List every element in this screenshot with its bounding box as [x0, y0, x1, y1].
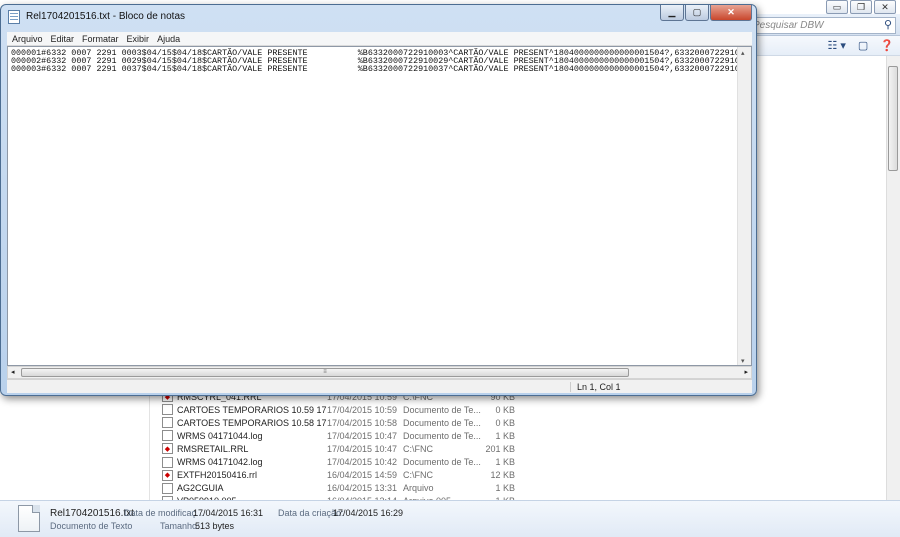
text-file-icon [162, 404, 173, 416]
view-options-icon[interactable]: ☷ ▾ [827, 39, 845, 52]
file-row[interactable]: CARTOES TEMPORARIOS 10.58 17.04.15....17… [162, 416, 515, 429]
scroll-down-icon[interactable]: ▾ [741, 357, 745, 365]
details-filename: Rel1704201516.txt [50, 508, 134, 519]
menu-exibir[interactable]: Exibir [127, 34, 150, 44]
window-title: Rel1704201516.txt - Bloco de notas [26, 11, 185, 22]
file-type: C:\FNC [403, 443, 433, 454]
file-name: AG2CGUIA [177, 483, 224, 494]
file-size: 1 KB [495, 430, 515, 441]
details-modified-label: Data de modificaç... [124, 508, 204, 518]
file-row[interactable]: ◆ RMSRETAIL.RRL 17/04/2015 10:47 C:\FNC 201 … [162, 442, 515, 455]
file-type: Documento de Te... [403, 417, 481, 428]
help-icon[interactable]: ❓ [880, 39, 894, 52]
file-date: 16/04/2015 13:31 [327, 483, 398, 494]
blank-file-icon [162, 482, 173, 494]
scroll-up-icon[interactable]: ▴ [741, 49, 745, 57]
file-type: C:\FNC [403, 470, 433, 481]
file-name: CARTOES TEMPORARIOS 10.59 17.04.15.... [177, 404, 327, 415]
menu-bar: Arquivo Editar Formatar Exibir Ajuda [7, 32, 752, 46]
maximize-icon[interactable]: ▢ [685, 5, 709, 21]
text-file-large-icon [18, 505, 40, 532]
notepad-window: Rel1704201516.txt - Bloco de notas ▁ ▢ ✕… [0, 4, 757, 396]
details-created-value: 17/04/2015 16:29 [333, 508, 404, 518]
text-file-icon [162, 430, 173, 442]
vertical-scrollbar[interactable]: ▴ ▾ [737, 47, 751, 365]
file-type: Documento de Te... [403, 430, 481, 441]
text-editor-area[interactable]: 000001#6332 0007 2291 0003$04/15$04/18$C… [7, 46, 752, 366]
file-name: RMSRETAIL.RRL [177, 443, 249, 454]
status-bar: Ln 1, Col 1 [7, 379, 752, 393]
text-file-icon [162, 456, 173, 468]
preview-pane-icon[interactable]: ▢ [858, 39, 868, 52]
file-row[interactable]: CARTOES TEMPORARIOS 10.59 17.04.15....17… [162, 403, 515, 416]
restore-icon[interactable]: ❐ [850, 0, 872, 14]
file-size: 1 KB [495, 457, 515, 467]
menu-ajuda[interactable]: Ajuda [157, 34, 180, 44]
file-name: WRMS 04171042.log [177, 457, 263, 467]
explorer-scroll-thumb[interactable] [888, 66, 898, 171]
notepad-icon[interactable] [8, 10, 20, 24]
file-size: 12 KB [490, 470, 515, 481]
scroll-left-icon[interactable]: ◂ [11, 368, 15, 376]
file-type: Documento de Te... [403, 404, 481, 415]
file-date: 16/04/2015 14:59 [327, 470, 398, 481]
file-size: 201 KB [485, 443, 515, 454]
menu-formatar[interactable]: Formatar [82, 34, 119, 44]
details-size-value: 513 bytes [195, 521, 235, 531]
search-input[interactable]: Pesquisar DBW [748, 17, 896, 34]
details-modified-value: 17/04/2015 16:31 [193, 508, 264, 518]
file-row[interactable]: ◆ EXTFH20150416.rrl 16/04/2015 14:59 C:\FNC… [162, 469, 515, 482]
file-row[interactable]: WRMS 04171044.log 17/04/2015 10:47 Documen… [162, 429, 515, 442]
minimize-icon[interactable]: ▁ [660, 5, 684, 21]
window-controls: ▁ ▢ ✕ [660, 5, 752, 21]
cursor-position: Ln 1, Col 1 [570, 382, 621, 392]
explorer-window-controls: ▭ ❐ ✕ [826, 0, 896, 14]
file-type: Arquivo [403, 483, 434, 494]
minimize-icon[interactable]: ▭ [826, 0, 848, 14]
red-file-icon: ◆ [162, 469, 173, 481]
text-line: 000003#6332 0007 2291 0037$04/15$04/18$C… [11, 64, 740, 74]
close-icon[interactable]: ✕ [874, 0, 896, 14]
file-name: EXTFH20150416.rrl [177, 470, 258, 481]
file-date: 17/04/2015 10:59 [327, 404, 398, 415]
scroll-right-icon[interactable]: ▸ [744, 368, 748, 376]
file-date: 17/04/2015 10:42 [327, 457, 398, 467]
file-size: 0 KB [495, 417, 515, 428]
file-date: 17/04/2015 10:47 [327, 430, 398, 441]
details-pane [0, 500, 900, 537]
file-size: 1 KB [495, 483, 515, 494]
file-name: CARTOES TEMPORARIOS 10.58 17.04.15.... [177, 417, 327, 428]
close-icon[interactable]: ✕ [710, 5, 752, 21]
toolbar-icons: ☷ ▾ ▢ ❓ [827, 39, 894, 52]
file-name: WRMS 04171044.log [177, 430, 263, 441]
menu-editar[interactable]: Editar [51, 34, 75, 44]
text-file-icon [162, 417, 173, 429]
file-date: 17/04/2015 10:47 [327, 443, 398, 454]
menu-arquivo[interactable]: Arquivo [12, 34, 43, 44]
file-row[interactable]: WRMS 04171042.log 17/04/2015 10:42 Documen… [162, 456, 515, 469]
file-size: 0 KB [495, 404, 515, 415]
horizontal-scroll-thumb[interactable]: ≡ [21, 368, 629, 377]
search-icon[interactable]: ⚲ [884, 18, 892, 31]
red-file-icon: ◆ [162, 443, 173, 455]
file-row[interactable]: AG2CGUIA 16/04/2015 13:31 Arquivo 1 KB [162, 482, 515, 495]
file-type: Documento de Te... [403, 457, 481, 467]
details-size-label: Tamanho: [160, 521, 200, 531]
file-date: 17/04/2015 10:58 [327, 417, 398, 428]
details-filetype: Documento de Texto [50, 521, 133, 531]
